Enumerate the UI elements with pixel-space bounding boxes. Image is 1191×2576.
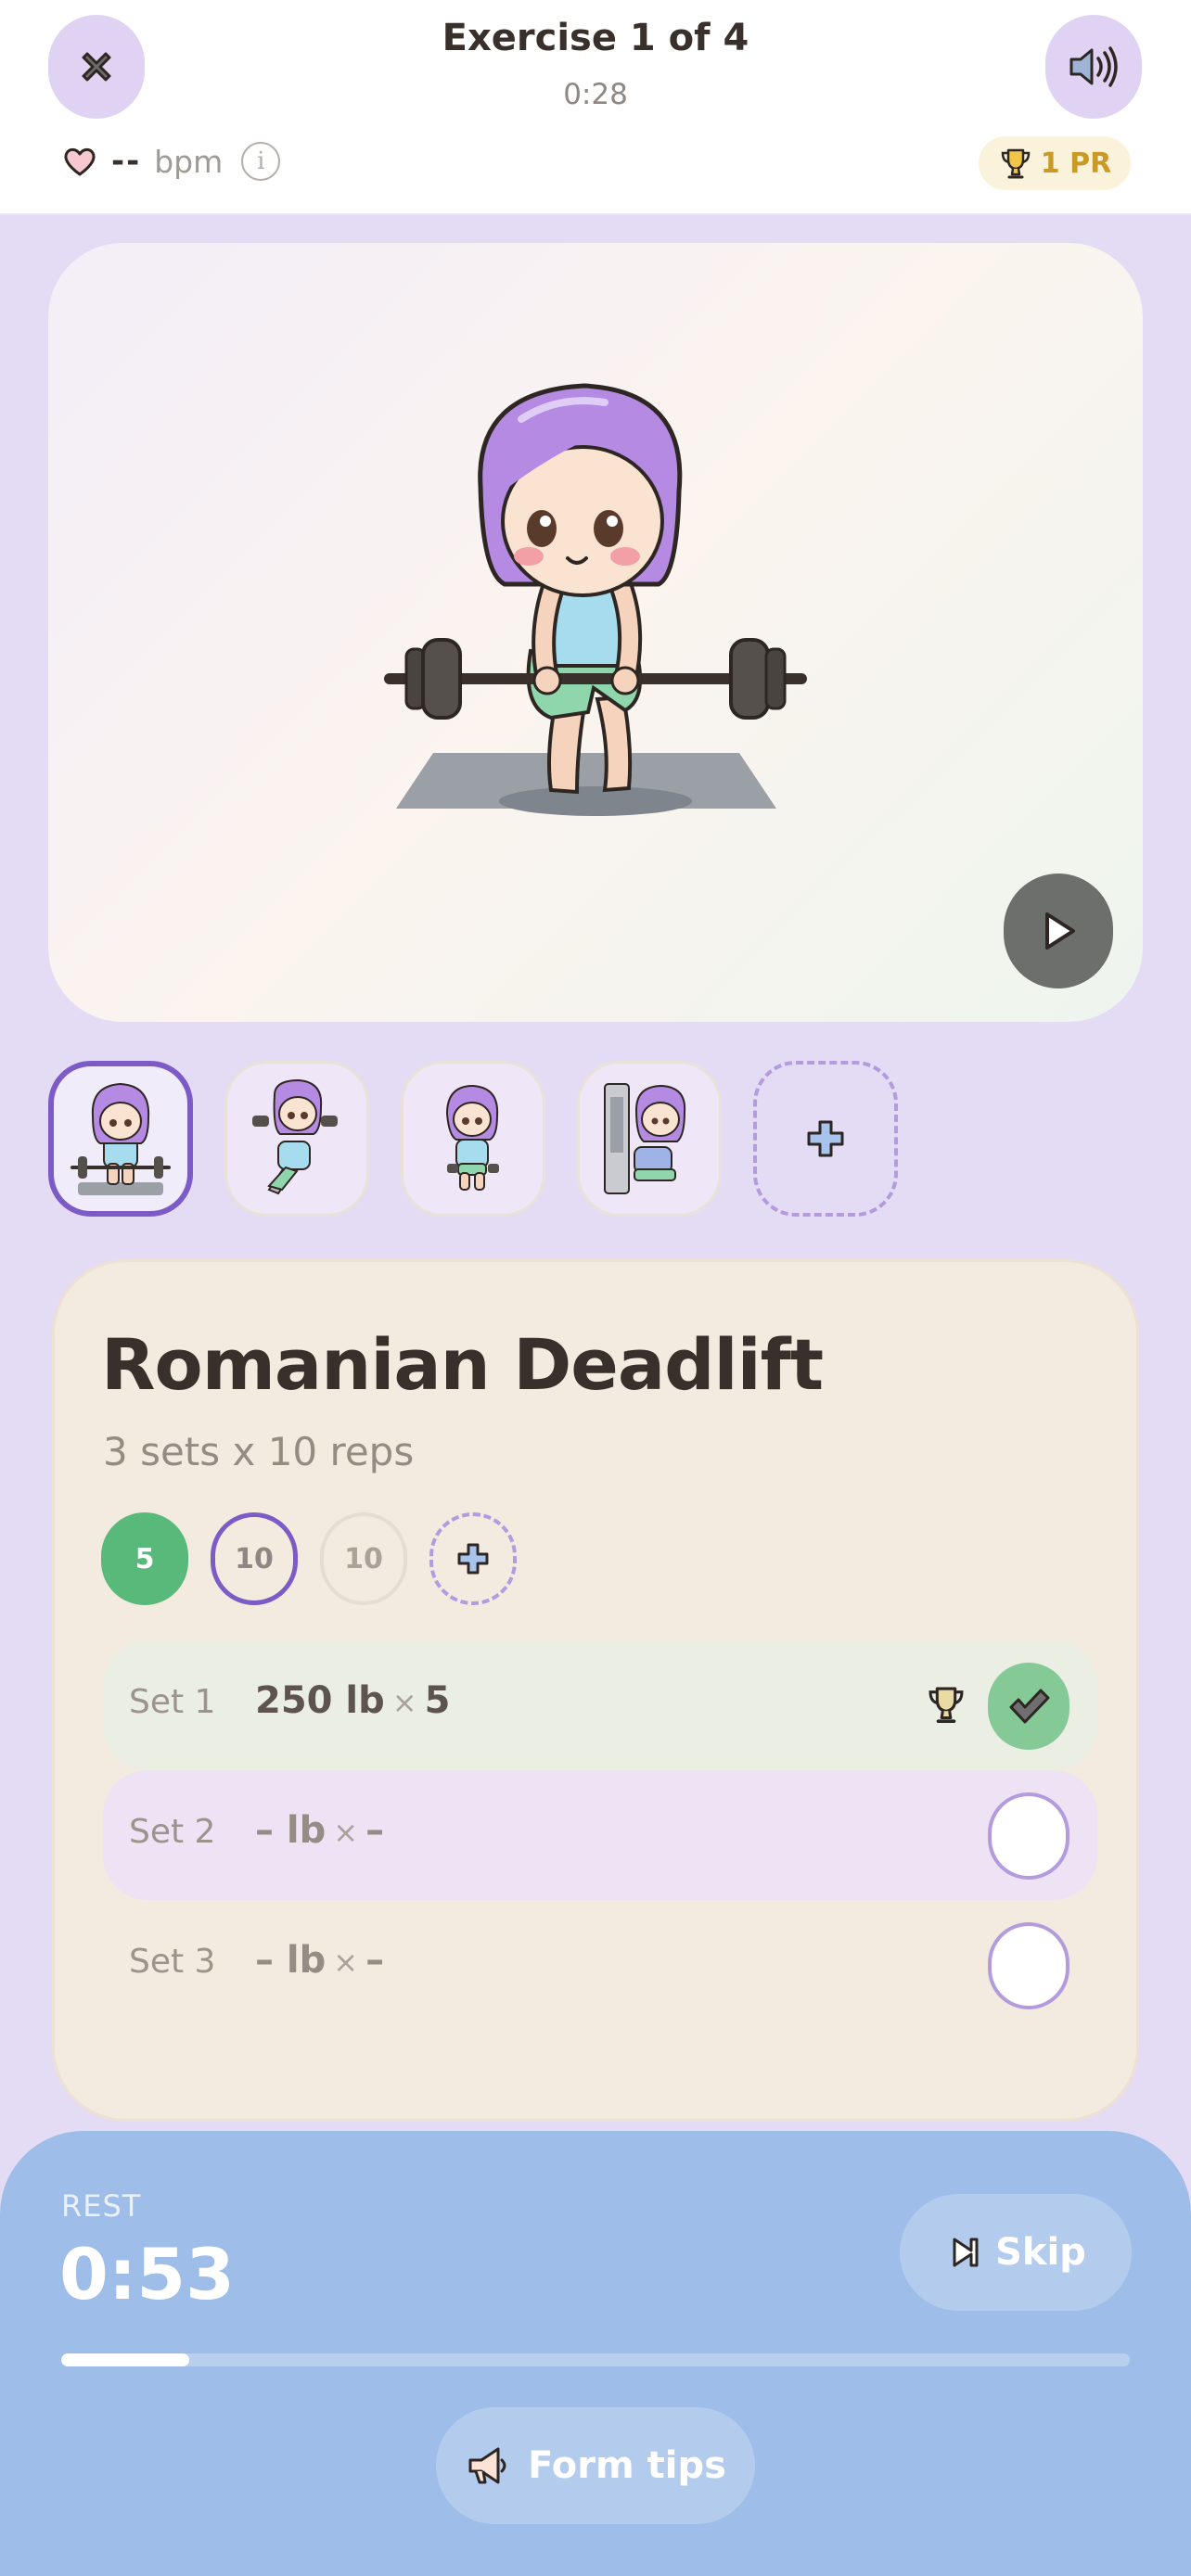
play-icon (1045, 912, 1075, 950)
add-exercise-button[interactable] (753, 1061, 898, 1217)
plus-icon (807, 1120, 844, 1157)
trophy-icon (928, 1687, 964, 1723)
exercise-detail-card: Romanian Deadlift 3 sets x 10 reps 5 10 … (52, 1259, 1139, 2122)
thumbnail-incline-dumbbell-press[interactable] (224, 1061, 369, 1217)
thumbnail-romanian-deadlift[interactable] (48, 1061, 193, 1217)
set-complete-toggle[interactable] (988, 1922, 1069, 2009)
incline-press-thumbnail-image (252, 1078, 338, 1195)
thumbnail-cable-machine[interactable] (577, 1061, 722, 1217)
skip-rest-button[interactable]: Skip (900, 2194, 1132, 2311)
trophy-icon (1001, 148, 1031, 179)
set-complete-toggle[interactable] (988, 1792, 1069, 1880)
rep-chip-current[interactable]: 10 (211, 1512, 298, 1605)
rest-countdown: 0:53 (59, 2233, 236, 2315)
thumbnail-dumbbell-hold[interactable] (401, 1061, 545, 1217)
pr-badge[interactable]: 1 PR (979, 136, 1131, 190)
pr-badge-label: 1 PR (1040, 147, 1112, 180)
set-reps: – (365, 1939, 385, 1982)
cable-machine-thumbnail-image (604, 1083, 686, 1194)
exercise-name: Romanian Deadlift (101, 1323, 824, 1406)
megaphone-icon (468, 2447, 506, 2484)
skip-icon (953, 2238, 979, 2267)
add-set-button[interactable] (429, 1512, 517, 1605)
set-label: Set 3 (129, 1943, 216, 1981)
heart-rate-value: -- (111, 143, 142, 180)
set-value: – lb × – (255, 1809, 384, 1852)
plus-icon (457, 1543, 489, 1575)
rep-chip-row: 5 10 10 (101, 1512, 517, 1605)
set-weight: 250 lb (255, 1679, 385, 1722)
play-demo-button[interactable] (1004, 874, 1113, 988)
rest-label: REST (61, 2188, 142, 2224)
exercise-thumbnail-strip (48, 1061, 898, 1217)
set-row-1[interactable]: Set 1 250 lb × 5 (103, 1640, 1097, 1770)
set-label: Set 1 (129, 1683, 216, 1721)
checkmark-icon (1009, 1689, 1050, 1724)
sound-button[interactable] (1045, 15, 1142, 119)
set-row-3[interactable]: Set 3 – lb × – (103, 1900, 1097, 2030)
times-sign: × (333, 1815, 359, 1850)
form-tips-label: Form tips (528, 2444, 726, 2487)
set-row-2[interactable]: Set 2 – lb × – (103, 1770, 1097, 1900)
exercise-progress-title: Exercise 1 of 4 (442, 17, 749, 59)
dumbbell-hold-thumbnail-image (445, 1084, 499, 1191)
deadlift-character-illustration (384, 383, 807, 816)
set-value: 250 lb × 5 (255, 1679, 450, 1722)
skip-label: Skip (995, 2231, 1086, 2274)
speaker-icon (1069, 46, 1118, 87)
info-icon[interactable]: i (241, 142, 281, 181)
times-sign: × (391, 1685, 417, 1720)
set-value: – lb × – (255, 1939, 384, 1982)
exercise-illustration-card (48, 243, 1143, 1022)
set-weight: – lb (255, 1809, 327, 1852)
times-sign: × (333, 1945, 359, 1980)
set-weight: – lb (255, 1939, 327, 1982)
workout-header: Exercise 1 of 4 0:28 -- bpm i 1 PR (0, 0, 1191, 215)
rest-timer-panel: REST 0:53 Skip Form tips (0, 2131, 1191, 2576)
rep-chip-done[interactable]: 5 (101, 1512, 188, 1605)
set-label: Set 2 (129, 1813, 216, 1851)
rest-progress-bar (61, 2353, 1130, 2366)
heart-rate-readout: -- bpm i (61, 139, 281, 184)
form-tips-button[interactable]: Form tips (436, 2407, 755, 2524)
heart-icon (64, 147, 96, 176)
set-reps: – (365, 1809, 385, 1852)
rep-chip-pending[interactable]: 10 (320, 1512, 407, 1605)
workout-timer: 0:28 (563, 78, 628, 111)
set-complete-toggle[interactable] (988, 1663, 1069, 1750)
set-reps: 5 (424, 1679, 451, 1722)
rest-progress-fill (61, 2353, 190, 2366)
deadlift-thumbnail-image (70, 1082, 171, 1195)
heart-rate-unit: bpm (154, 143, 224, 180)
exercise-scheme: 3 sets x 10 reps (103, 1429, 415, 1474)
